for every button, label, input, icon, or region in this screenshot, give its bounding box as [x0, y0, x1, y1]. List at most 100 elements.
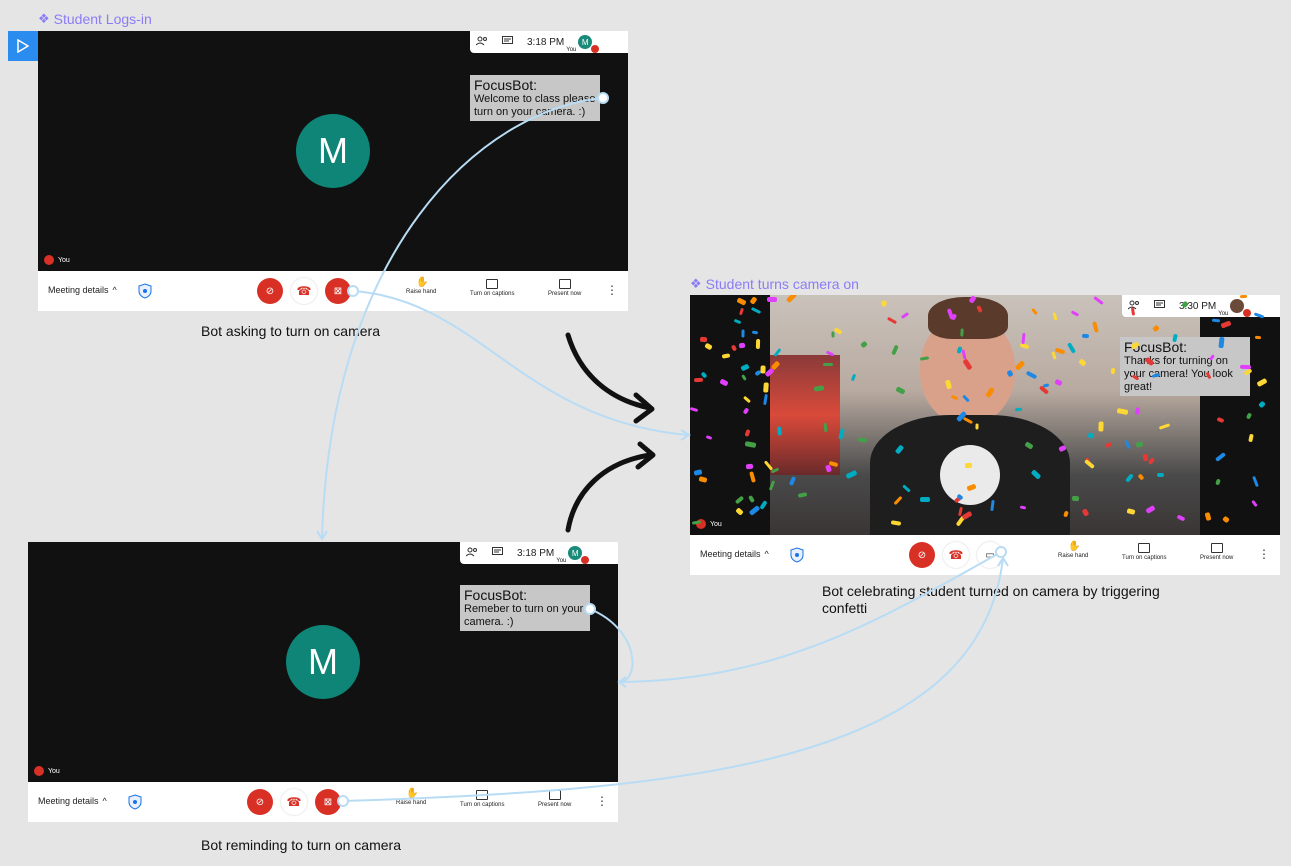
confetti-piece — [741, 374, 747, 381]
confetti-piece — [749, 471, 756, 483]
confetti-piece — [1014, 407, 1023, 412]
shield-icon[interactable] — [138, 283, 152, 299]
frame-label-text: Student turns camera on — [705, 276, 859, 292]
confetti-piece — [745, 463, 754, 470]
confetti-piece — [1135, 407, 1140, 415]
shield-icon[interactable] — [128, 794, 142, 810]
confetti-piece — [1081, 333, 1090, 339]
confetti-piece — [1156, 472, 1165, 478]
camera-off-button[interactable]: ⊠ — [325, 278, 351, 304]
confetti-piece — [1051, 351, 1057, 360]
confetti-piece — [744, 441, 757, 448]
confetti-piece — [964, 462, 973, 469]
hangup-button[interactable]: ☎ — [281, 789, 307, 815]
confetti-piece — [966, 483, 977, 492]
mic-off-button[interactable]: ⊘ — [257, 278, 283, 304]
confetti-piece — [743, 395, 751, 404]
confetti-piece — [1019, 342, 1030, 350]
meeting-details-button[interactable]: Meeting details ^ — [38, 796, 107, 806]
people-icon[interactable] — [465, 547, 478, 560]
mic-off-button[interactable]: ⊘ — [247, 789, 273, 815]
confetti-piece — [751, 330, 759, 335]
self-label: You — [556, 558, 567, 564]
raise-hand-button[interactable]: ✋ Raise hand — [406, 278, 436, 296]
confetti-piece — [1215, 478, 1221, 486]
people-icon[interactable] — [475, 36, 488, 49]
meet-screen-login: 3:18 PM M You M FocusBot: Welcome to cla… — [38, 31, 628, 271]
confetti-piece — [1152, 324, 1160, 333]
hangup-button[interactable]: ☎ — [291, 278, 317, 304]
confetti-piece — [733, 318, 742, 325]
component-icon: ❖ — [690, 276, 702, 291]
confetti-piece — [895, 386, 906, 395]
raise-hand-button[interactable]: ✋ Raise hand — [396, 789, 426, 807]
flow-arrowhead — [633, 392, 655, 424]
captions-button[interactable]: Turn on captions — [1122, 543, 1166, 561]
raise-hand-button[interactable]: ✋ Raise hand — [1058, 542, 1088, 560]
participant-avatar: M — [296, 114, 370, 188]
confetti-piece — [1211, 318, 1221, 323]
mic-off-button[interactable]: ⊘ — [909, 542, 935, 568]
mic-off-icon — [44, 255, 54, 265]
camera-on-button[interactable]: ▭ — [977, 542, 1003, 568]
confetti-piece — [797, 492, 808, 498]
more-icon[interactable]: ⋮ — [1258, 548, 1270, 560]
present-button[interactable]: Present now — [548, 279, 581, 297]
confetti-piece — [704, 342, 713, 351]
present-button[interactable]: Present now — [1200, 543, 1233, 561]
meeting-details-label: Meeting details — [38, 796, 99, 806]
meeting-details-button[interactable]: Meeting details ^ — [700, 549, 769, 559]
mic-off-icon — [581, 556, 590, 564]
confetti-piece — [1151, 373, 1161, 378]
confetti-piece — [823, 422, 828, 433]
present-button[interactable]: Present now — [538, 790, 571, 808]
meeting-details-button[interactable]: Meeting details ^ — [48, 285, 117, 295]
camera-off-button[interactable]: ⊠ — [315, 789, 341, 815]
prototype-play-button[interactable] — [8, 31, 38, 61]
hangup-button[interactable]: ☎ — [943, 542, 969, 568]
meet-topbar: 3:18 PM M You — [460, 542, 618, 564]
confetti-piece — [1258, 400, 1266, 409]
confetti-piece — [1251, 499, 1258, 508]
confetti-piece — [1081, 508, 1090, 517]
confetti-piece — [1239, 295, 1248, 299]
play-icon — [17, 39, 29, 53]
mic-off-icon — [34, 766, 44, 776]
focusbot-message: FocusBot: Welcome to class please turn o… — [470, 75, 600, 121]
camera-icon: ▭ — [985, 549, 995, 561]
frame-label-camera-on: ❖ Student turns camera on — [690, 276, 859, 292]
confetti-piece — [1137, 473, 1145, 481]
confetti-piece — [845, 469, 858, 480]
confetti-piece — [1052, 312, 1058, 321]
caption-login: Bot asking to turn on camera — [201, 323, 380, 339]
captions-button[interactable]: Turn on captions — [460, 790, 504, 808]
confetti-piece — [763, 393, 768, 406]
shield-icon[interactable] — [790, 547, 804, 563]
confetti-piece — [881, 300, 887, 307]
confetti-piece — [831, 331, 835, 338]
more-icon[interactable]: ⋮ — [606, 284, 618, 296]
confetti-piece — [734, 495, 745, 505]
confetti-piece — [920, 497, 930, 502]
confetti-piece — [1019, 505, 1027, 510]
confetti-piece — [985, 386, 995, 399]
present-icon — [558, 279, 571, 289]
confetti-piece — [1181, 300, 1189, 309]
confetti-piece — [962, 358, 973, 371]
meeting-details-label: Meeting details — [700, 549, 761, 559]
captions-button[interactable]: Turn on captions — [470, 279, 514, 297]
confetti-piece — [990, 499, 995, 512]
more-icon[interactable]: ⋮ — [596, 795, 608, 807]
chat-icon[interactable] — [502, 35, 513, 49]
focusbot-message: FocusBot: Remeber to turn on your camera… — [460, 585, 590, 631]
confetti-piece — [776, 426, 783, 436]
chat-icon[interactable] — [492, 546, 503, 560]
confetti-piece — [759, 500, 768, 510]
confetti-piece — [1176, 514, 1186, 522]
confetti-piece — [1071, 495, 1080, 502]
confetti-piece — [1054, 347, 1066, 355]
confetti-piece — [850, 373, 857, 382]
confetti-piece — [1030, 469, 1042, 480]
present-icon — [548, 790, 561, 800]
confetti-effect — [690, 295, 1280, 535]
